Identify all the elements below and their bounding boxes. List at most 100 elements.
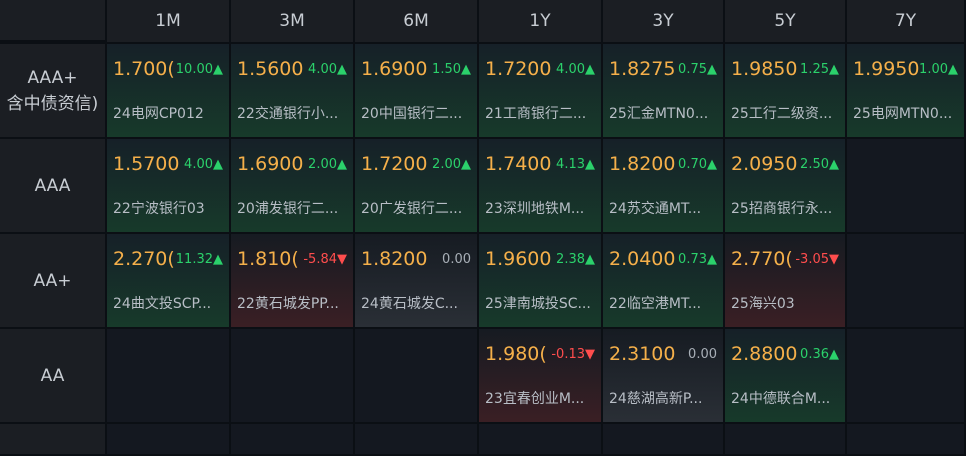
empty-cell (725, 424, 847, 456)
bond-cell[interactable]: 1.8200 0.00 24黄石城发C... (355, 234, 479, 329)
bond-name: 25津南城投SC... (485, 296, 591, 312)
bond-name: 25电网MTN0... (853, 106, 953, 122)
bond-cell[interactable]: 2.0400 0.73▲ 22临空港MT... (603, 234, 725, 329)
empty-cell (847, 234, 966, 329)
bond-yield: 2.8800 (731, 343, 798, 365)
yield-change: 2.38▲ (556, 252, 595, 267)
bond-name: 24曲文投SCP... (113, 296, 212, 312)
rating-tenor-grid: 1M 3M 6M 1Y 3Y 5Y 7Y AAA+ 含中债资信) 1.700(10.00▲ 24电网… (0, 0, 966, 456)
tenor-header[interactable]: 5Y (725, 0, 847, 44)
yield-change: 10.00▲ (175, 62, 223, 77)
bond-name: 25工行二级资... (731, 106, 833, 122)
empty-cell (847, 329, 966, 424)
empty-cell (107, 424, 231, 456)
bond-cell[interactable]: 1.8200 0.70▲ 24苏交通MT... (603, 139, 725, 234)
bond-cell[interactable]: 1.6900 2.00▲ 20浦发银行二... (231, 139, 355, 234)
yield-change: 0.75▲ (678, 62, 717, 77)
bond-cell[interactable]: 1.5600 4.00▲ 22交通银行小... (231, 44, 355, 139)
bond-cell[interactable]: 1.9600 2.38▲ 25津南城投SC... (479, 234, 603, 329)
rating-label: AAA+ (27, 67, 78, 88)
bond-name: 22交通银行小... (237, 106, 339, 122)
bond-yield: 1.7200 (485, 58, 552, 80)
bond-yield: 1.6900 (237, 153, 304, 175)
bond-name: 24中德联合M... (731, 391, 831, 407)
bond-yield: 1.6900 (361, 58, 428, 80)
yield-change: 4.00▲ (308, 62, 347, 77)
empty-cell (603, 424, 725, 456)
bond-yield: 2.0400 (609, 248, 676, 270)
bond-cell[interactable]: 1.7200 2.00▲ 20广发银行二... (355, 139, 479, 234)
yield-change: -5.84▼ (303, 252, 347, 267)
bond-cell[interactable]: 1.9950 1.00▲ 25电网MTN0... (847, 44, 966, 139)
bond-cell[interactable]: 2.8800 0.36▲ 24中德联合M... (725, 329, 847, 424)
bond-name: 24慈湖高新P... (609, 391, 703, 407)
yield-change: -3.05▼ (795, 252, 839, 267)
bond-yield: 2.770( (731, 248, 793, 270)
bond-cell[interactable]: 1.810(-5.84▼ 22黄石城发PP... (231, 234, 355, 329)
bond-yield: 1.980( (485, 343, 547, 365)
tenor-header[interactable]: 1Y (479, 0, 603, 44)
bond-name: 25招商银行永... (731, 201, 833, 217)
rating-label: AAA (34, 175, 71, 196)
tenor-header[interactable]: 6M (355, 0, 479, 44)
tenor-header[interactable]: 7Y (847, 0, 966, 44)
bond-cell[interactable]: 1.5700 4.00▲ 22宁波银行03 (107, 139, 231, 234)
bond-yield: 1.9600 (485, 248, 552, 270)
bond-name: 22宁波银行03 (113, 201, 205, 217)
bond-yield: 1.810( (237, 248, 299, 270)
bond-cell[interactable]: 1.8275 0.75▲ 25汇金MTN0... (603, 44, 725, 139)
empty-cell (847, 424, 966, 456)
bond-cell[interactable]: 1.7200 4.00▲ 21工商银行二... (479, 44, 603, 139)
bond-yield: 1.7200 (361, 153, 428, 175)
rating-label: AA (40, 365, 65, 386)
yield-change: 0.70▲ (678, 157, 717, 172)
bond-cell[interactable]: 2.270(11.32▲ 24曲文投SCP... (107, 234, 231, 329)
bond-cell[interactable]: 1.9850 1.25▲ 25工行二级资... (725, 44, 847, 139)
corner-header (0, 0, 107, 42)
empty-cell (355, 424, 479, 456)
yield-change: 2.00▲ (308, 157, 347, 172)
bond-yield: 1.8275 (609, 58, 676, 80)
bond-name: 20中国银行二... (361, 106, 463, 122)
bond-yield: 2.0950 (731, 153, 798, 175)
rating-row-header: AAA+ 含中债资信) (0, 44, 107, 139)
tenor-header[interactable]: 3M (231, 0, 355, 44)
bond-yield: 2.270( (113, 248, 175, 270)
bond-cell[interactable]: 2.770(-3.05▼ 25海兴03 (725, 234, 847, 329)
bond-name: 20广发银行二... (361, 201, 463, 217)
yield-change: 0.36▲ (800, 347, 839, 362)
tenor-header[interactable]: 3Y (603, 0, 725, 44)
bond-cell[interactable]: 1.7400 4.13▲ 23深圳地铁M... (479, 139, 603, 234)
bond-name: 25海兴03 (731, 296, 795, 312)
bond-cell[interactable]: 2.0950 2.50▲ 25招商银行永... (725, 139, 847, 234)
yield-change: 4.00▲ (556, 62, 595, 77)
empty-cell (231, 424, 355, 456)
empty-cell (847, 139, 966, 234)
bond-yield: 1.8200 (361, 248, 428, 270)
bond-name: 23深圳地铁M... (485, 201, 585, 217)
bond-yield: 1.9950 (853, 58, 920, 80)
bond-cell[interactable]: 2.3100 0.00 24慈湖高新P... (603, 329, 725, 424)
bond-cell[interactable]: 1.700(10.00▲ 24电网CP012 (107, 44, 231, 139)
bond-yield: 1.700( (113, 58, 175, 80)
yield-change: -0.13▼ (551, 347, 595, 362)
yield-change: 0.00 (688, 347, 717, 362)
yield-change: 4.00▲ (184, 157, 223, 172)
yield-change: 2.00▲ (432, 157, 471, 172)
yield-change: 4.13▲ (556, 157, 595, 172)
tenor-header[interactable]: 1M (107, 0, 231, 44)
yield-change: 2.50▲ (800, 157, 839, 172)
bond-cell[interactable]: 1.6900 1.50▲ 20中国银行二... (355, 44, 479, 139)
bond-name: 22临空港MT... (609, 296, 702, 312)
bond-yield: 1.5600 (237, 58, 304, 80)
yield-change: 1.50▲ (432, 62, 471, 77)
empty-cell (355, 329, 479, 424)
rating-row-header: AA (0, 329, 107, 424)
bond-yield: 1.5700 (113, 153, 180, 175)
yield-change: 0.00 (442, 252, 471, 267)
rating-row-header: AA+ (0, 234, 107, 329)
rating-row-header (0, 424, 107, 456)
bond-cell[interactable]: 1.980(-0.13▼ 23宜春创业M... (479, 329, 603, 424)
bond-yield: 1.7400 (485, 153, 552, 175)
yield-change: 1.00▲ (919, 62, 958, 77)
